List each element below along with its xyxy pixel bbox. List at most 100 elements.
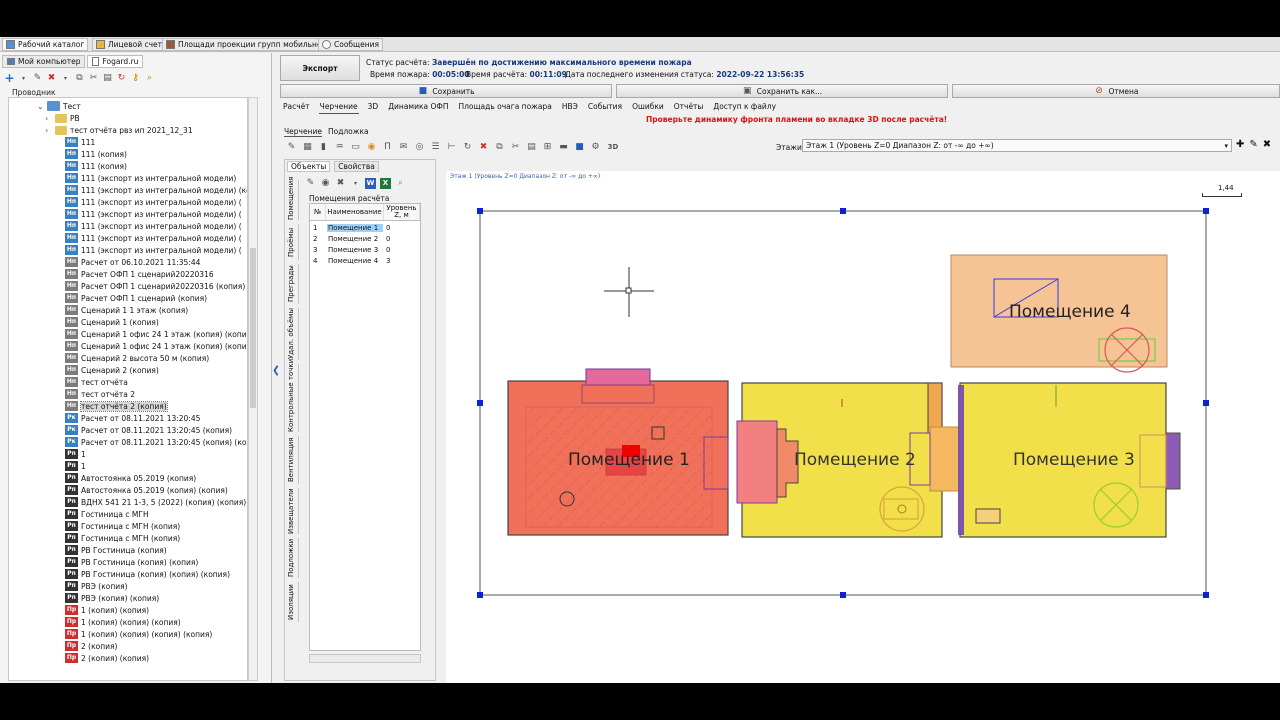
measure-icon[interactable]: ▬ xyxy=(558,142,569,153)
export-button[interactable]: Экспорт xyxy=(280,55,360,81)
explorer-tree[interactable]: ⌄ Тест › РВ › тест отчёта рвз ип 2021_12_31 Нп… xyxy=(8,97,248,681)
search-icon[interactable]: ⌕ xyxy=(395,178,406,189)
tab-file-access[interactable]: Доступ к файлу xyxy=(712,102,777,114)
tree-item[interactable]: Нп Сценарий 1 офис 24 1 этаж (копия) (коп… xyxy=(65,328,247,340)
fire-source-icon[interactable]: ◉ xyxy=(366,142,377,153)
tab-reports[interactable]: Отчёты xyxy=(673,102,705,114)
delete-icon[interactable]: ✖ xyxy=(335,178,346,189)
drawing-canvas[interactable]: Этаж 1 (Уровень Z=0 Диапазон Z: от -∞ до… xyxy=(446,171,1280,683)
tab-errors[interactable]: Ошибки xyxy=(631,102,665,114)
rotate-icon[interactable]: ↻ xyxy=(462,142,473,153)
tab-events[interactable]: События xyxy=(587,102,623,114)
tree-item[interactable]: Рп ВДНХ 541 21 1-3, 5 (2022) (копия) (коп… xyxy=(65,496,247,508)
save-as-button[interactable]: ▣ Сохранить как... xyxy=(616,84,948,98)
tree-item[interactable]: Нп Сценарий 2 высота 50 м (копия) xyxy=(65,352,209,364)
rooms-horizontal-scrollbar[interactable] xyxy=(309,654,421,663)
tree-item[interactable]: Рк Расчет от 08.11.2021 13:20:45 xyxy=(65,412,200,424)
copy-icon[interactable]: ⧉ xyxy=(74,73,85,84)
tree-item[interactable]: Рп РВЭ (копия) xyxy=(65,580,128,592)
cut-icon[interactable]: ✂ xyxy=(510,142,521,153)
tab-objects[interactable]: Объекты xyxy=(287,161,331,172)
brush-icon[interactable]: ♒ xyxy=(334,142,345,153)
tree-item[interactable]: Нп 111 (экспорт из интегральной модели) ( xyxy=(65,196,242,208)
floor-select[interactable]: Этаж 1 (Уровень Z=0 Диапазон Z: от -∞ до… xyxy=(802,139,1232,152)
mail-icon[interactable]: ✉ xyxy=(398,142,409,153)
tree-item[interactable]: Рп 1 xyxy=(65,460,86,472)
tree-item[interactable]: Рп РВЭ (копия) (копия) xyxy=(65,592,159,604)
tree-item[interactable]: Нп 111 (экспорт из интегральной модели) ( xyxy=(65,208,242,220)
snap-icon[interactable]: ⊞ xyxy=(542,142,553,153)
tree-item[interactable]: Нп тест отчёта 2 xyxy=(65,388,135,400)
settings-icon[interactable]: ⚙ xyxy=(590,142,601,153)
tree-item[interactable]: Рп РВ Гостиница (копия) xyxy=(65,544,167,556)
tree-item[interactable]: › РВ xyxy=(45,112,80,124)
tab-messages[interactable]: Сообщения xyxy=(318,38,384,51)
pillar-icon[interactable]: Π xyxy=(382,142,393,153)
tree-item[interactable]: Рп РВ Гостиница (копия) (копия) (копия) xyxy=(65,568,230,580)
vtab-insulation[interactable]: Изоляции xyxy=(287,582,299,622)
wall-icon[interactable]: ▮ xyxy=(318,142,329,153)
scrollbar-thumb[interactable] xyxy=(250,248,256,408)
tree-item[interactable]: Нп Сценарий 1 1 этаж (копия) xyxy=(65,304,188,316)
tab-calculation[interactable]: Расчёт xyxy=(282,102,311,114)
delete-icon[interactable]: ✖ xyxy=(46,73,57,84)
tab-fogard[interactable]: Fogard.ru xyxy=(87,55,144,68)
tree-item[interactable]: Рп Автостоянка 05.2019 (копия) xyxy=(65,472,196,484)
tab-drawing-sub[interactable]: Черчение xyxy=(284,127,322,137)
search-icon[interactable]: ⌕ xyxy=(144,73,155,84)
3d-icon[interactable]: 3D xyxy=(606,142,620,153)
paste-icon[interactable]: ▤ xyxy=(526,142,537,153)
dropdown-icon[interactable]: ▾ xyxy=(350,178,361,189)
tree-item[interactable]: Рп Гостиница с МГН (копия) xyxy=(65,520,180,532)
copy-icon[interactable]: ⧉ xyxy=(494,142,505,153)
tab-mobility-areas[interactable]: Площади проекции групп мобильности xyxy=(162,38,339,51)
tree-item[interactable]: Нп Расчет от 06.10.2021 11:35:44 xyxy=(65,256,200,268)
tab-drawing[interactable]: Черчение xyxy=(318,102,359,114)
tree-item[interactable]: Рп Гостиница с МГН (копия) xyxy=(65,532,180,544)
save-button[interactable]: ■ Сохранить xyxy=(280,84,612,98)
tab-fire-area[interactable]: Площадь очага пожара xyxy=(457,102,552,114)
sensor-icon[interactable]: ◎ xyxy=(414,142,425,153)
dropdown-icon[interactable]: ▾ xyxy=(60,73,71,84)
collapse-icon[interactable]: › xyxy=(45,126,48,135)
cancel-button[interactable]: ⊘ Отмена xyxy=(952,84,1280,98)
vtab-control-points[interactable]: Контрольные точки xyxy=(287,359,299,432)
word-icon[interactable]: W xyxy=(365,178,376,189)
floor-plan[interactable]: Помещение 1 Помещение 2 Помещение 3 Поме… xyxy=(446,171,1280,683)
tree-item[interactable]: Рп 1 xyxy=(65,448,86,460)
tree-item[interactable]: Нп 111 (экспорт из интегральной модели) ( xyxy=(65,220,242,232)
vtab-underlays[interactable]: Подложки xyxy=(287,538,299,578)
tree-horizontal-scrollbar[interactable] xyxy=(8,681,244,683)
col-number[interactable]: № xyxy=(310,204,326,221)
edit-floor-icon[interactable]: ✎ xyxy=(1249,139,1257,150)
tree-item[interactable]: Рк Расчет от 08.11.2021 13:20:45 (копия) xyxy=(65,424,232,436)
tab-properties[interactable]: Свойства xyxy=(334,161,379,172)
add-icon[interactable]: + xyxy=(4,72,15,84)
tree-item[interactable]: Нп 111 (экспорт из интегральной модели) ( xyxy=(65,244,242,256)
eye-icon[interactable]: ◉ xyxy=(320,178,331,189)
tree-item[interactable]: Пр 2 (копия) xyxy=(65,640,117,652)
tree-item[interactable]: Нп Расчет ОФП 1 сценарий20220316 (копия) xyxy=(65,280,245,292)
add-floor-icon[interactable]: ✚ xyxy=(1236,139,1244,150)
align-icon[interactable]: ⊢ xyxy=(446,142,457,153)
tree-item[interactable]: Нп Расчет ОФП 1 сценарий20220316 xyxy=(65,268,214,280)
tree-item[interactable]: Нп 111 (экспорт из интегральной модели) (… xyxy=(65,184,247,196)
tree-item[interactable]: Нп 111 (экспорт из интегральной модели) xyxy=(65,172,236,184)
tab-my-computer[interactable]: Мой компьютер xyxy=(2,55,86,68)
tree-item[interactable]: Нп 111 (копия) xyxy=(65,160,127,172)
delete-floor-icon[interactable]: ✖ xyxy=(1263,139,1271,150)
dropdown-icon[interactable]: ▾ xyxy=(18,73,29,84)
table-row[interactable]: 4 Помещение 4 3 xyxy=(310,255,420,266)
vtab-rooms[interactable]: Помещения xyxy=(287,177,299,220)
key-icon[interactable]: ⚷ xyxy=(130,73,141,84)
tab-personal-account[interactable]: Лицевой счет xyxy=(92,38,167,51)
save-icon[interactable]: ■ xyxy=(574,142,585,153)
tree-item[interactable]: Пр 2 (копия) (копия) xyxy=(65,652,149,664)
tree-item[interactable]: Нп тест отчёта xyxy=(65,376,128,388)
tree-item[interactable]: › тест отчёта рвз ип 2021_12_31 xyxy=(45,124,193,136)
tree-item[interactable]: Рк Расчет от 08.11.2021 13:20:45 (копия) … xyxy=(65,436,247,448)
tree-item[interactable]: ⌄ Тест xyxy=(37,100,81,112)
tree-item[interactable]: Рп РВ Гостиница (копия) (копия) xyxy=(65,556,198,568)
table-row[interactable]: 1 Помещение 10 xyxy=(310,222,420,233)
rectangle-icon[interactable]: ▭ xyxy=(350,142,361,153)
